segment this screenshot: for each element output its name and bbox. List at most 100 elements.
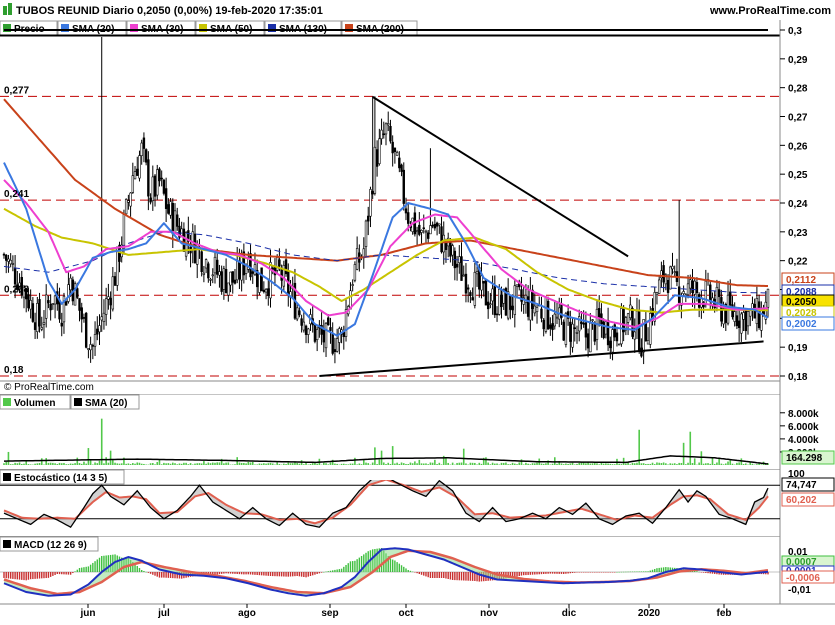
candle-body (36, 303, 38, 331)
volume-bar (8, 452, 10, 465)
volume-bar (112, 460, 114, 465)
macd-histogram-bar (43, 572, 44, 578)
macd-histogram-bar (698, 572, 699, 573)
volume-bar (54, 463, 56, 465)
volume-bar (316, 464, 318, 465)
candle-body (536, 307, 538, 311)
macd-histogram-bar (81, 568, 82, 572)
macd-plot-area (0, 548, 780, 596)
candle-body (609, 341, 611, 348)
macd-histogram-bar (563, 572, 564, 574)
candle-body (307, 329, 309, 335)
macd-histogram-bar (570, 572, 571, 573)
macd-histogram-bar (599, 572, 600, 573)
candle-body (583, 323, 585, 324)
volume-bar (452, 463, 454, 465)
volume-sma-line (4, 456, 768, 464)
candle-body (647, 340, 649, 344)
candle-body (90, 344, 92, 349)
time-axis-label: ago (238, 608, 256, 619)
macd-histogram-bar (41, 572, 42, 578)
volume-bar (407, 464, 409, 465)
volume-bar (345, 464, 347, 465)
candle-body (314, 325, 316, 341)
macd-histogram-bar (450, 572, 451, 580)
volume-bar (174, 463, 176, 465)
macd-histogram-bar (217, 572, 218, 574)
volume-bar (581, 463, 583, 465)
macd-histogram-bar (154, 572, 155, 576)
volume-bar (625, 464, 627, 465)
volume-bar (543, 464, 545, 465)
macd-histogram-bar (241, 572, 242, 574)
price-axis-label: 0,29 (788, 55, 808, 66)
candle-body (261, 268, 263, 291)
candle-body (512, 306, 514, 310)
candle-body (59, 301, 61, 319)
volume-bar (527, 464, 529, 465)
macd-histogram-bar (39, 572, 40, 579)
macd-histogram-bar (641, 571, 642, 572)
volume-bar (478, 463, 480, 465)
macd-histogram-bar (583, 572, 584, 573)
volume-bar (703, 464, 705, 465)
macd-axis-label: -0,01 (788, 585, 811, 596)
candle-body (219, 272, 221, 276)
volume-bar (57, 464, 59, 465)
macd-histogram-bar (467, 572, 468, 581)
candle-body (34, 323, 36, 330)
candle-body (465, 274, 467, 293)
volume-bar (192, 464, 194, 465)
candle-body (147, 160, 149, 197)
candle-body (430, 226, 432, 234)
candle-body (352, 285, 354, 286)
candle-body (687, 284, 689, 295)
volume-bar (314, 463, 316, 465)
candle-body (378, 139, 380, 164)
macd-histogram-bar (234, 572, 235, 574)
candle-body (267, 289, 269, 296)
macd-histogram-bar (532, 572, 533, 575)
candle-body (472, 298, 474, 301)
volume-legend: VolumenSMA (20) (0, 395, 139, 409)
volume-bar (141, 464, 143, 465)
candle-body (716, 287, 718, 303)
macd-panel: MACD (12 26 9) (0, 537, 780, 596)
macd-histogram-bar (610, 572, 611, 573)
volume-bar (28, 464, 30, 465)
volume-bar (119, 464, 121, 465)
candle-body (65, 302, 67, 306)
macd-histogram-bar (703, 572, 704, 573)
macd-histogram-bar (638, 571, 639, 572)
macd-histogram-bar (576, 572, 577, 573)
macd-histogram-bar (254, 572, 255, 575)
macd-histogram-bar (276, 572, 277, 576)
volume-bar (707, 463, 709, 465)
volume-bar (45, 458, 47, 465)
volume-bar (79, 463, 81, 465)
candle-body (587, 334, 589, 348)
volume-bar (72, 464, 74, 465)
volume-bar (701, 451, 703, 465)
candle-body (672, 266, 674, 269)
macd-histogram-bar (545, 572, 546, 574)
macd-histogram-bar (281, 572, 282, 576)
volume-bar (563, 464, 565, 465)
macd-histogram-bar (627, 572, 628, 573)
candle-body (492, 289, 494, 301)
candle-body (496, 314, 498, 315)
macd-histogram-bar (634, 572, 635, 573)
site-label[interactable]: www.ProRealTime.com (709, 5, 831, 17)
macd-histogram-bar (410, 571, 411, 572)
volume-bar (721, 464, 723, 465)
volume-bar (447, 463, 449, 465)
macd-histogram-bar (567, 572, 568, 573)
candle-body (145, 150, 147, 163)
volume-bar (725, 463, 727, 465)
candle-body (234, 280, 236, 283)
volume-bar (705, 463, 707, 465)
candle-body (669, 267, 671, 289)
macd-histogram-bar (143, 571, 144, 572)
candle-body (469, 292, 471, 295)
candle-body (738, 321, 740, 328)
